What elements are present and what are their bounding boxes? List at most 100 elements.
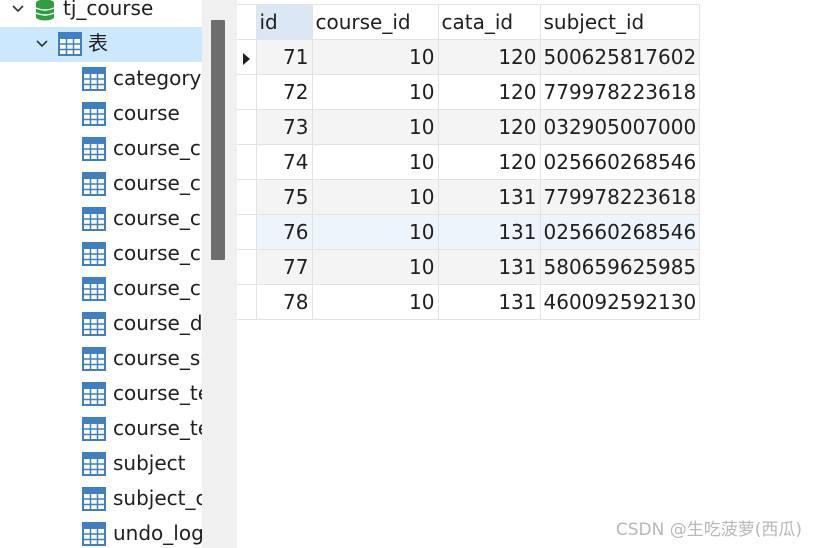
database-icon [35,0,55,21]
cell-subject-id[interactable]: 580659625985 [539,249,701,285]
cell-cata-id[interactable]: 120 [437,144,541,180]
tree-table-label: course_su [113,346,202,370]
table-group-icon [58,32,82,56]
tree-scrollbar-thumb[interactable] [211,20,225,260]
cell-id[interactable]: 75 [255,179,313,215]
cell-id[interactable]: 74 [255,144,313,180]
tree-table-item[interactable]: course_co [0,272,202,307]
tree-table-item[interactable]: course_te [0,412,202,447]
cell-course-id[interactable]: 10 [311,144,439,180]
tree-table-label: course_d [113,311,202,335]
cell-id[interactable]: 78 [255,284,313,320]
database-name: tj_course [63,0,154,20]
cell-cata-id[interactable]: 131 [437,179,541,215]
tree-table-item[interactable]: course_d [0,307,202,342]
cell-cata-id[interactable]: 120 [437,109,541,145]
tree-table-label: course_te [113,381,202,405]
tree-table-item[interactable]: course_ca [0,167,202,202]
cell-cata-id[interactable]: 120 [437,39,541,75]
tree-table-item[interactable]: course_ca [0,132,202,167]
table-icon [82,417,106,441]
tree-table-item[interactable]: course_co [0,237,202,272]
table-row[interactable]: 71 10 120 500625817602 [237,39,701,75]
tree-table-item[interactable]: subject [0,447,202,482]
column-header-subject-id[interactable]: subject_id [539,4,701,40]
cell-subject-id[interactable]: 025660268546 [539,144,701,180]
table-icon [82,522,106,546]
row-indicator-cell[interactable] [237,249,257,285]
table-row[interactable]: 73 10 120 032905007000 [237,109,701,145]
cell-cata-id[interactable]: 131 [437,214,541,250]
table-icon [82,67,106,91]
tree-table-item[interactable]: undo_log [0,517,202,548]
table-row[interactable]: 75 10 131 779978223618 [237,179,701,215]
cell-subject-id[interactable]: 779978223618 [539,74,701,110]
grid-header-row: id course_id cata_id subject_id [237,4,701,40]
column-header-id[interactable]: id [255,4,313,40]
table-icon [82,277,106,301]
table-icon [82,312,106,336]
row-indicator-cell[interactable] [237,179,257,215]
table-row[interactable]: 78 10 131 460092592130 [237,284,701,320]
tree-table-label: undo_log [113,521,202,545]
tree-table-label: course_ca [113,136,202,160]
tree-table-label: course_te [113,416,202,440]
cell-subject-id[interactable]: 779978223618 [539,179,701,215]
cell-course-id[interactable]: 10 [311,214,439,250]
column-header-cata-id[interactable]: cata_id [437,4,541,40]
chevron-down-icon[interactable] [34,36,50,52]
row-indicator-cell[interactable] [237,284,257,320]
column-header-course-id[interactable]: course_id [311,4,439,40]
watermark: CSDN @生吃菠萝(西瓜) [615,520,802,540]
cell-id[interactable]: 77 [255,249,313,285]
tree-table-item[interactable]: course [0,97,202,132]
table-icon [82,102,106,126]
chevron-down-icon[interactable] [10,1,26,17]
cell-id[interactable]: 76 [255,214,313,250]
tree-table-item[interactable]: course_te [0,377,202,412]
table-icon [82,347,106,371]
table-icon [82,487,106,511]
data-grid: id course_id cata_id subject_id 71 10 120 5… [237,4,701,320]
table-row[interactable]: 74 10 120 025660268546 [237,144,701,180]
grid-corner-cell[interactable] [237,4,257,40]
cell-course-id[interactable]: 10 [311,284,439,320]
cell-subject-id[interactable]: 025660268546 [539,214,701,250]
table-icon [82,172,106,196]
cell-cata-id[interactable]: 131 [437,249,541,285]
cell-id[interactable]: 72 [255,74,313,110]
cell-course-id[interactable]: 10 [311,74,439,110]
tree-table-label: subject [113,451,186,475]
row-indicator-cell[interactable] [237,39,257,75]
cell-subject-id[interactable]: 500625817602 [539,39,701,75]
cell-id[interactable]: 73 [255,109,313,145]
tree-table-item[interactable]: subject_c [0,482,202,517]
table-row[interactable]: 77 10 131 580659625985 [237,249,701,285]
cell-subject-id[interactable]: 032905007000 [539,109,701,145]
cell-course-id[interactable]: 10 [311,109,439,145]
row-indicator-cell[interactable] [237,144,257,180]
cell-subject-id[interactable]: 460092592130 [539,284,701,320]
tree-table-item[interactable]: course_su [0,342,202,377]
cell-course-id[interactable]: 10 [311,179,439,215]
cell-id[interactable]: 71 [255,39,313,75]
cell-course-id[interactable]: 10 [311,249,439,285]
table-row[interactable]: 76 10 131 025660268546 [237,214,701,250]
table-icon [82,137,106,161]
row-indicator-cell[interactable] [237,214,257,250]
table-row[interactable]: 72 10 120 779978223618 [237,74,701,110]
data-grid-area: id course_id cata_id subject_id 71 10 120 5… [237,0,816,548]
tree-table-label: course [113,101,180,125]
cell-cata-id[interactable]: 131 [437,284,541,320]
cell-cata-id[interactable]: 120 [437,74,541,110]
tree-table-item[interactable]: category [0,62,202,97]
tree-table-label: category [113,66,202,90]
table-icon [82,207,106,231]
row-indicator-cell[interactable] [237,74,257,110]
tree-node-database[interactable]: tj_course [0,0,202,27]
cell-course-id[interactable]: 10 [311,39,439,75]
tree-table-item[interactable]: course_ca [0,202,202,237]
table-icon [82,452,106,476]
tree-node-tables-group[interactable]: 表 [0,27,202,62]
row-indicator-cell[interactable] [237,109,257,145]
